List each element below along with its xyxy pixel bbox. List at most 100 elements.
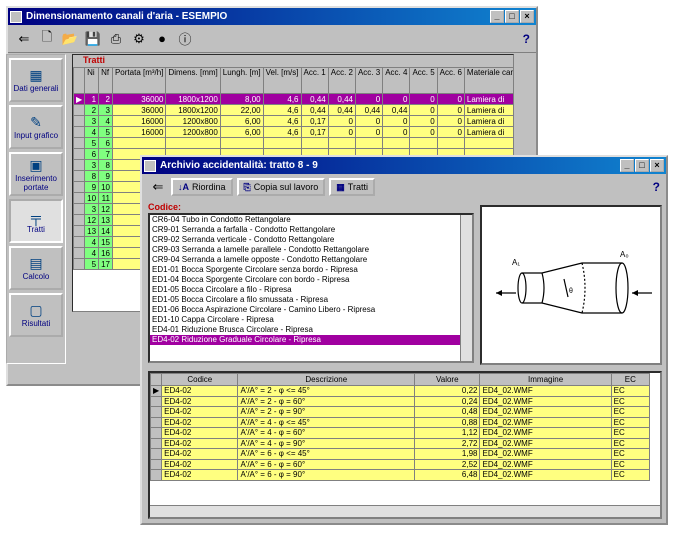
table-cell[interactable]: 16000 bbox=[111, 126, 167, 138]
table-cell[interactable]: 3 bbox=[84, 159, 100, 171]
table-cell[interactable] bbox=[262, 137, 302, 149]
tratti-button[interactable]: ▦ Tratti bbox=[329, 178, 375, 196]
minimize-button[interactable]: _ bbox=[620, 159, 634, 172]
table-cell[interactable]: ED4_02.WMF bbox=[479, 395, 612, 407]
codice-list[interactable]: CR6-04 Tubo in Condotto Rettangolare CR9-… bbox=[148, 213, 474, 363]
table-row[interactable]: ED4-02 A'/A° = 6 - φ = 60° 2,52 ED4_02.WMF E… bbox=[150, 458, 651, 470]
table-cell[interactable]: EC bbox=[610, 395, 651, 407]
table-cell[interactable] bbox=[382, 137, 411, 149]
table-row[interactable]: 2 3 36000 1800x1200 22,00 4,6 0,44 0,44 0,44 0,44… bbox=[73, 104, 513, 116]
table-cell[interactable]: 0,48 bbox=[414, 406, 481, 418]
table-cell[interactable]: 4,6 bbox=[262, 126, 302, 138]
new-icon[interactable]: 🗋 bbox=[37, 29, 57, 49]
table-cell[interactable]: 0,88 bbox=[414, 416, 481, 428]
table-cell[interactable]: 3 bbox=[84, 203, 100, 215]
table-cell[interactable]: 0 bbox=[382, 126, 411, 138]
table-cell[interactable]: 2 bbox=[98, 93, 113, 105]
table-cell[interactable] bbox=[436, 137, 465, 149]
table-cell[interactable]: 4 bbox=[84, 126, 100, 138]
table-cell[interactable]: 4,6 bbox=[262, 93, 302, 105]
table-row[interactable]: 4 5 16000 1200x800 6,00 4,6 0,17 0 0 0 0 0 Lamiera d… bbox=[73, 126, 513, 138]
table-cell[interactable]: 4,6 bbox=[262, 115, 302, 127]
table-cell[interactable]: 8,00 bbox=[219, 93, 264, 105]
list-item[interactable]: ED1-10 Cappa Circolare - Ripresa bbox=[150, 315, 472, 325]
table-cell[interactable]: 0,17 bbox=[300, 115, 329, 127]
table-cell[interactable]: A'/A° = 2 - φ = 90° bbox=[237, 406, 416, 418]
table-cell[interactable]: EC bbox=[610, 448, 651, 460]
table-cell[interactable]: ED4_02.WMF bbox=[479, 458, 612, 470]
table-cell[interactable]: 10 bbox=[84, 192, 100, 204]
sidebar-item-inserimento-portate[interactable]: ▣ Inserimento portate bbox=[9, 152, 63, 196]
maximize-button[interactable]: □ bbox=[635, 159, 649, 172]
list-item[interactable]: ED1-05 Bocca Circolare a filo smussata -… bbox=[150, 295, 472, 305]
table-cell[interactable]: A'/A° = 2 - φ = 60° bbox=[237, 395, 416, 407]
table-cell[interactable]: 0 bbox=[382, 93, 411, 105]
table-cell[interactable]: Lamiera di bbox=[463, 93, 513, 105]
sidebar-item-tratti[interactable]: ╤ Tratti bbox=[9, 199, 63, 243]
table-cell[interactable]: EC bbox=[610, 427, 651, 439]
table-cell[interactable]: ED4_02.WMF bbox=[479, 437, 612, 449]
table-cell[interactable]: 12 bbox=[98, 203, 113, 215]
table-cell[interactable]: 4 bbox=[98, 115, 113, 127]
table-cell[interactable]: 8 bbox=[84, 170, 100, 182]
table-cell[interactable]: ED4-02 bbox=[161, 385, 239, 397]
table-cell[interactable]: 2,72 bbox=[414, 437, 481, 449]
table-cell[interactable]: ED4-02 bbox=[161, 469, 239, 481]
table-cell[interactable]: 0,44 bbox=[300, 93, 329, 105]
list-scrollbar[interactable] bbox=[460, 215, 472, 361]
table-cell[interactable]: 1,98 bbox=[414, 448, 481, 460]
table-cell[interactable]: 6 bbox=[84, 148, 100, 160]
list-item[interactable]: CR9-01 Serranda a farfalla - Condotto Re… bbox=[150, 225, 472, 235]
table-row[interactable]: ▶ 1 2 36000 1800x1200 8,00 4,6 0,44 0,44 0 0 0 0 Lami… bbox=[73, 93, 513, 105]
table-cell[interactable]: 4,6 bbox=[262, 104, 302, 116]
table-cell[interactable]: 0 bbox=[409, 126, 438, 138]
table-cell[interactable]: ED4_02.WMF bbox=[479, 427, 612, 439]
table-cell[interactable]: Lamiera di bbox=[463, 115, 513, 127]
table-cell[interactable]: 0,17 bbox=[300, 126, 329, 138]
table-cell[interactable]: 1200x800 bbox=[165, 115, 221, 127]
table-cell[interactable]: EC bbox=[610, 385, 651, 397]
sidebar-item-calcolo[interactable]: ▤ Calcolo bbox=[9, 246, 63, 290]
table-cell[interactable]: 11 bbox=[98, 192, 113, 204]
table-cell[interactable]: 2,52 bbox=[414, 458, 481, 470]
table-row[interactable]: ▶ ED4-02 A'/A° = 2 - φ <= 45° 0,22 ED4_02.WM… bbox=[150, 385, 651, 397]
table-cell[interactable]: A'/A° = 6 - φ = 90° bbox=[237, 469, 416, 481]
maximize-button[interactable]: □ bbox=[505, 10, 519, 23]
print-icon[interactable]: ⎙ bbox=[106, 29, 126, 49]
table-cell[interactable]: EC bbox=[610, 406, 651, 418]
table-cell[interactable]: 0 bbox=[354, 126, 384, 138]
table-cell[interactable]: EC bbox=[610, 469, 651, 481]
table-cell[interactable]: 0 bbox=[436, 115, 465, 127]
table-cell[interactable]: 0 bbox=[327, 126, 356, 138]
table-cell[interactable] bbox=[409, 137, 438, 149]
table-cell[interactable]: ED4_02.WMF bbox=[479, 469, 612, 481]
table-cell[interactable]: 0,44 bbox=[382, 104, 411, 116]
table-cell[interactable]: ED4-02 bbox=[161, 406, 239, 418]
close-button[interactable]: × bbox=[520, 10, 534, 23]
list-item[interactable]: CR6-04 Tubo in Condotto Rettangolare bbox=[150, 215, 472, 225]
sidebar-item-risultati[interactable]: ▢ Risultati bbox=[9, 293, 63, 337]
table-cell[interactable]: 1800x1200 bbox=[165, 104, 221, 116]
table-cell[interactable]: 1,12 bbox=[414, 427, 481, 439]
list-item[interactable]: ED1-04 Bocca Sporgente Circolare con bor… bbox=[150, 275, 472, 285]
table-cell[interactable] bbox=[219, 137, 264, 149]
list-item[interactable]: ED1-06 Bocca Aspirazione Circolare - Cam… bbox=[150, 305, 472, 315]
table-cell[interactable]: ED4-02 bbox=[161, 458, 239, 470]
table-cell[interactable]: 15 bbox=[98, 236, 113, 248]
table-cell[interactable]: EC bbox=[610, 437, 651, 449]
table-cell[interactable]: EC bbox=[610, 416, 651, 428]
table-cell[interactable]: 9 bbox=[98, 170, 113, 182]
table-cell[interactable]: 0 bbox=[436, 126, 465, 138]
table-cell[interactable]: 0,44 bbox=[354, 104, 384, 116]
table-cell[interactable]: 6,48 bbox=[414, 469, 481, 481]
table-cell[interactable]: 12 bbox=[84, 214, 100, 226]
table-cell[interactable]: 5 bbox=[98, 126, 113, 138]
table-cell[interactable]: 10 bbox=[98, 181, 113, 193]
table-cell[interactable]: ED4-02 bbox=[161, 448, 239, 460]
copia-sul-lavoro-button[interactable]: ⎘ Copia sul lavoro bbox=[236, 178, 326, 196]
table-cell[interactable]: 5 bbox=[84, 258, 100, 270]
list-item[interactable]: ED1-05 Bocca Circolare a filo - Ripresa bbox=[150, 285, 472, 295]
table-cell[interactable]: 16 bbox=[98, 247, 113, 259]
table-cell[interactable]: 2 bbox=[84, 104, 100, 116]
table-cell[interactable]: Lamiera di bbox=[463, 104, 513, 116]
